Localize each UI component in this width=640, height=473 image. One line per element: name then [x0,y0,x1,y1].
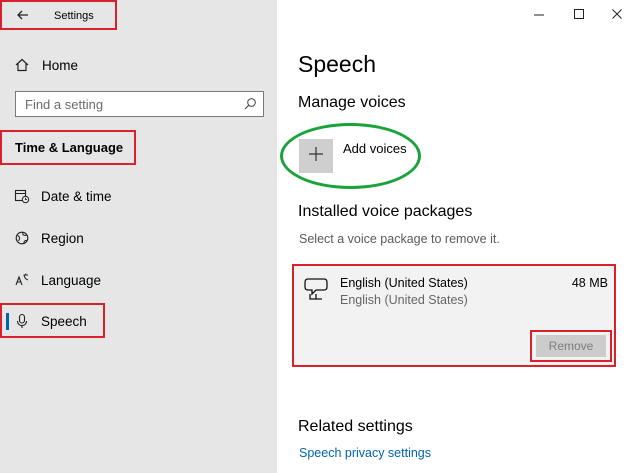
close-icon[interactable] [606,4,628,24]
sidebar-item-label: Language [41,272,102,288]
page-title: Speech [298,51,377,77]
search-icon[interactable] [243,97,257,111]
search-box [15,91,264,117]
date-time-icon [14,188,30,204]
installed-packages-hint: Select a voice package to remove it. [299,232,500,246]
sidebar: Settings Home Time & Language Date & tim… [0,0,277,473]
speech-privacy-link[interactable]: Speech privacy settings [299,446,431,460]
title-bar-highlight: Settings [0,0,117,30]
package-subtitle: English (United States) [340,293,468,307]
search-input[interactable] [16,92,236,116]
remove-highlight: Remove [530,330,612,362]
section-title: Time & Language [15,140,124,155]
add-voices-label[interactable]: Add voices [343,141,407,156]
back-arrow-icon[interactable] [12,5,34,25]
related-settings-heading: Related settings [298,418,413,435]
package-size: 48 MB [571,276,608,290]
manage-voices-heading: Manage voices [298,94,406,111]
sidebar-item-label: Speech [41,313,87,329]
sidebar-item-date-time[interactable]: Date & time [14,185,112,207]
sidebar-item-language[interactable]: Language [14,269,101,291]
sidebar-item-speech[interactable]: Speech [14,310,87,332]
sidebar-item-region[interactable]: Region [14,227,84,249]
microphone-icon [14,313,30,329]
sidebar-item-home[interactable]: Home [14,54,78,76]
home-icon [14,57,30,73]
section-highlight: Time & Language [0,130,136,165]
speech-bubble-icon [302,276,330,302]
globe-icon [14,230,30,246]
maximize-icon[interactable] [568,4,590,24]
package-name: English (United States) [340,276,468,290]
sidebar-item-label: Date & time [41,188,112,204]
sidebar-item-label: Home [42,57,79,73]
selected-indicator [6,313,9,330]
minimize-icon[interactable] [528,4,550,24]
language-icon [14,272,30,288]
window-title: Settings [54,10,94,22]
remove-button[interactable]: Remove [536,335,606,357]
installed-packages-heading: Installed voice packages [298,203,473,220]
plus-icon [307,145,325,168]
voice-package-item[interactable]: English (United States) English (United … [292,264,616,367]
sidebar-item-label: Region [41,230,84,246]
add-voices-button[interactable] [299,139,333,173]
